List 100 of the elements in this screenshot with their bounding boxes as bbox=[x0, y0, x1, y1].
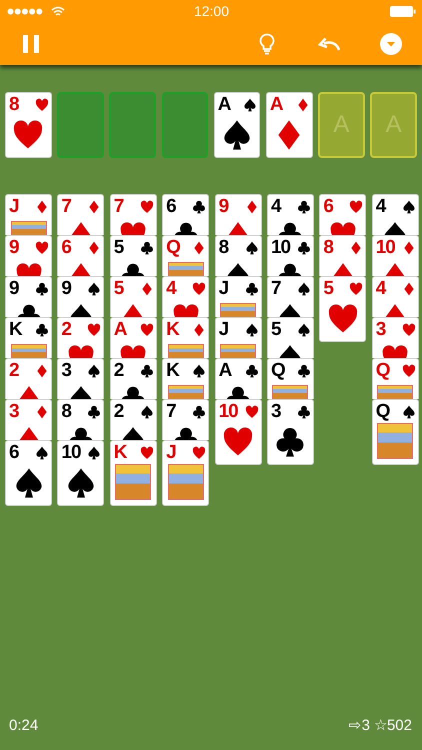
club-icon bbox=[35, 323, 49, 337]
free-cell[interactable] bbox=[57, 92, 104, 158]
diamond-icon bbox=[349, 241, 364, 255]
heart-icon bbox=[349, 200, 364, 214]
playing-card[interactable]: 10 bbox=[266, 235, 314, 276]
card-rank: 5 bbox=[114, 279, 124, 299]
playing-card[interactable]: 4 bbox=[162, 276, 210, 317]
heart-icon bbox=[381, 344, 410, 358]
free-cell[interactable] bbox=[162, 92, 208, 158]
battery-icon bbox=[390, 6, 416, 16]
card-rank: 10 bbox=[218, 402, 238, 422]
playing-card[interactable]: 4 bbox=[372, 276, 419, 317]
court-card-art bbox=[377, 385, 414, 399]
playing-card[interactable]: 4 bbox=[266, 194, 314, 235]
card-rank: 7 bbox=[114, 197, 124, 217]
card-rank: 4 bbox=[166, 279, 176, 299]
playing-card[interactable]: Q bbox=[372, 399, 419, 465]
card-rank: K bbox=[114, 443, 127, 463]
playing-card[interactable]: 10 bbox=[57, 440, 104, 506]
club-icon bbox=[35, 282, 49, 296]
playing-card[interactable]: 9 bbox=[57, 276, 104, 317]
card-rank: K bbox=[166, 361, 179, 381]
playing-card[interactable]: 9 bbox=[5, 235, 52, 276]
playing-card[interactable]: 6 bbox=[319, 194, 366, 235]
playing-card[interactable]: K bbox=[162, 317, 210, 358]
playing-card[interactable]: 2 bbox=[110, 358, 157, 399]
playing-card[interactable]: 2 bbox=[57, 317, 104, 358]
diamond-icon bbox=[35, 405, 49, 419]
playing-card[interactable]: 9 bbox=[5, 276, 52, 317]
playing-card[interactable]: 10 bbox=[372, 235, 419, 276]
card-rank: 3 bbox=[61, 361, 71, 381]
playing-card[interactable]: 4 bbox=[372, 194, 419, 235]
card-rank: 8 bbox=[323, 238, 333, 258]
score: ☆502 bbox=[374, 716, 412, 734]
card-rank: 8 bbox=[9, 95, 19, 115]
playing-card[interactable]: 8 bbox=[57, 399, 104, 440]
card-rank: 5 bbox=[323, 279, 333, 299]
playing-card[interactable]: K bbox=[162, 358, 210, 399]
diamond-icon bbox=[140, 282, 154, 296]
club-icon bbox=[296, 241, 311, 255]
playing-card[interactable]: 7 bbox=[110, 194, 157, 235]
diamond-icon bbox=[402, 241, 416, 255]
playing-card[interactable]: J bbox=[162, 440, 210, 506]
card-rank: 7 bbox=[166, 402, 176, 422]
card-rank: 9 bbox=[9, 279, 19, 299]
playing-card[interactable]: 3 bbox=[372, 317, 419, 358]
playing-card[interactable]: 6 bbox=[162, 194, 210, 235]
spade-icon bbox=[87, 282, 102, 296]
playing-card[interactable]: 7 bbox=[266, 276, 314, 317]
playing-card[interactable]: A bbox=[110, 317, 157, 358]
card-rank: 5 bbox=[114, 238, 124, 258]
heart-icon bbox=[66, 344, 95, 358]
playing-card[interactable]: 2 bbox=[5, 358, 52, 399]
playing-card[interactable]: K bbox=[5, 317, 52, 358]
playing-card[interactable]: 5 bbox=[110, 276, 157, 317]
card-rank: 6 bbox=[61, 238, 71, 258]
free-cell[interactable] bbox=[109, 92, 156, 158]
playing-card[interactable]: J bbox=[214, 317, 262, 358]
playing-card[interactable]: 5 bbox=[266, 317, 314, 358]
playing-card[interactable]: 3 bbox=[266, 399, 314, 465]
playing-card[interactable]: J bbox=[5, 194, 52, 235]
playing-card[interactable]: 6 bbox=[57, 235, 104, 276]
playing-card[interactable]: 3 bbox=[5, 399, 52, 440]
playing-card[interactable]: Q bbox=[372, 358, 419, 399]
card-rank: 4 bbox=[376, 279, 386, 299]
card-rank: 8 bbox=[61, 402, 71, 422]
heart-icon bbox=[222, 426, 254, 458]
card-rank: 3 bbox=[376, 320, 386, 340]
spade-icon bbox=[35, 446, 49, 460]
card-rank: 10 bbox=[376, 238, 395, 258]
playing-card[interactable]: 3 bbox=[57, 358, 104, 399]
playing-card[interactable]: A bbox=[214, 92, 260, 158]
playing-card[interactable]: A bbox=[266, 92, 313, 158]
heart-icon bbox=[140, 446, 154, 460]
playing-card[interactable]: 5 bbox=[319, 276, 366, 342]
heart-icon bbox=[349, 282, 364, 296]
playing-card[interactable]: 6 bbox=[5, 440, 52, 506]
undo-icon bbox=[318, 36, 340, 50]
playing-card[interactable]: J bbox=[214, 276, 262, 317]
diamond-icon bbox=[296, 98, 310, 112]
card-rank: 10 bbox=[270, 238, 290, 258]
playing-card[interactable]: 7 bbox=[162, 399, 210, 440]
playing-card[interactable]: 10 bbox=[214, 399, 262, 465]
spade-icon bbox=[244, 323, 259, 337]
heart-icon bbox=[14, 262, 42, 276]
playing-card[interactable]: K bbox=[110, 440, 157, 506]
playing-card[interactable]: 5 bbox=[110, 235, 157, 276]
playing-card[interactable]: 8 bbox=[214, 235, 262, 276]
court-card-art bbox=[10, 344, 46, 358]
playing-card[interactable]: 2 bbox=[110, 399, 157, 440]
playing-card[interactable]: 9 bbox=[214, 194, 262, 235]
playing-card[interactable]: A bbox=[214, 358, 262, 399]
playing-card[interactable]: Q bbox=[266, 358, 314, 399]
playing-card[interactable]: Q bbox=[162, 235, 210, 276]
playing-card[interactable]: 7 bbox=[57, 194, 104, 235]
card-rank: 7 bbox=[61, 197, 71, 217]
club-icon bbox=[140, 364, 154, 378]
playing-card[interactable]: 8 bbox=[5, 92, 52, 158]
playing-card[interactable]: 8 bbox=[319, 235, 366, 276]
menu-button[interactable] bbox=[378, 30, 404, 56]
